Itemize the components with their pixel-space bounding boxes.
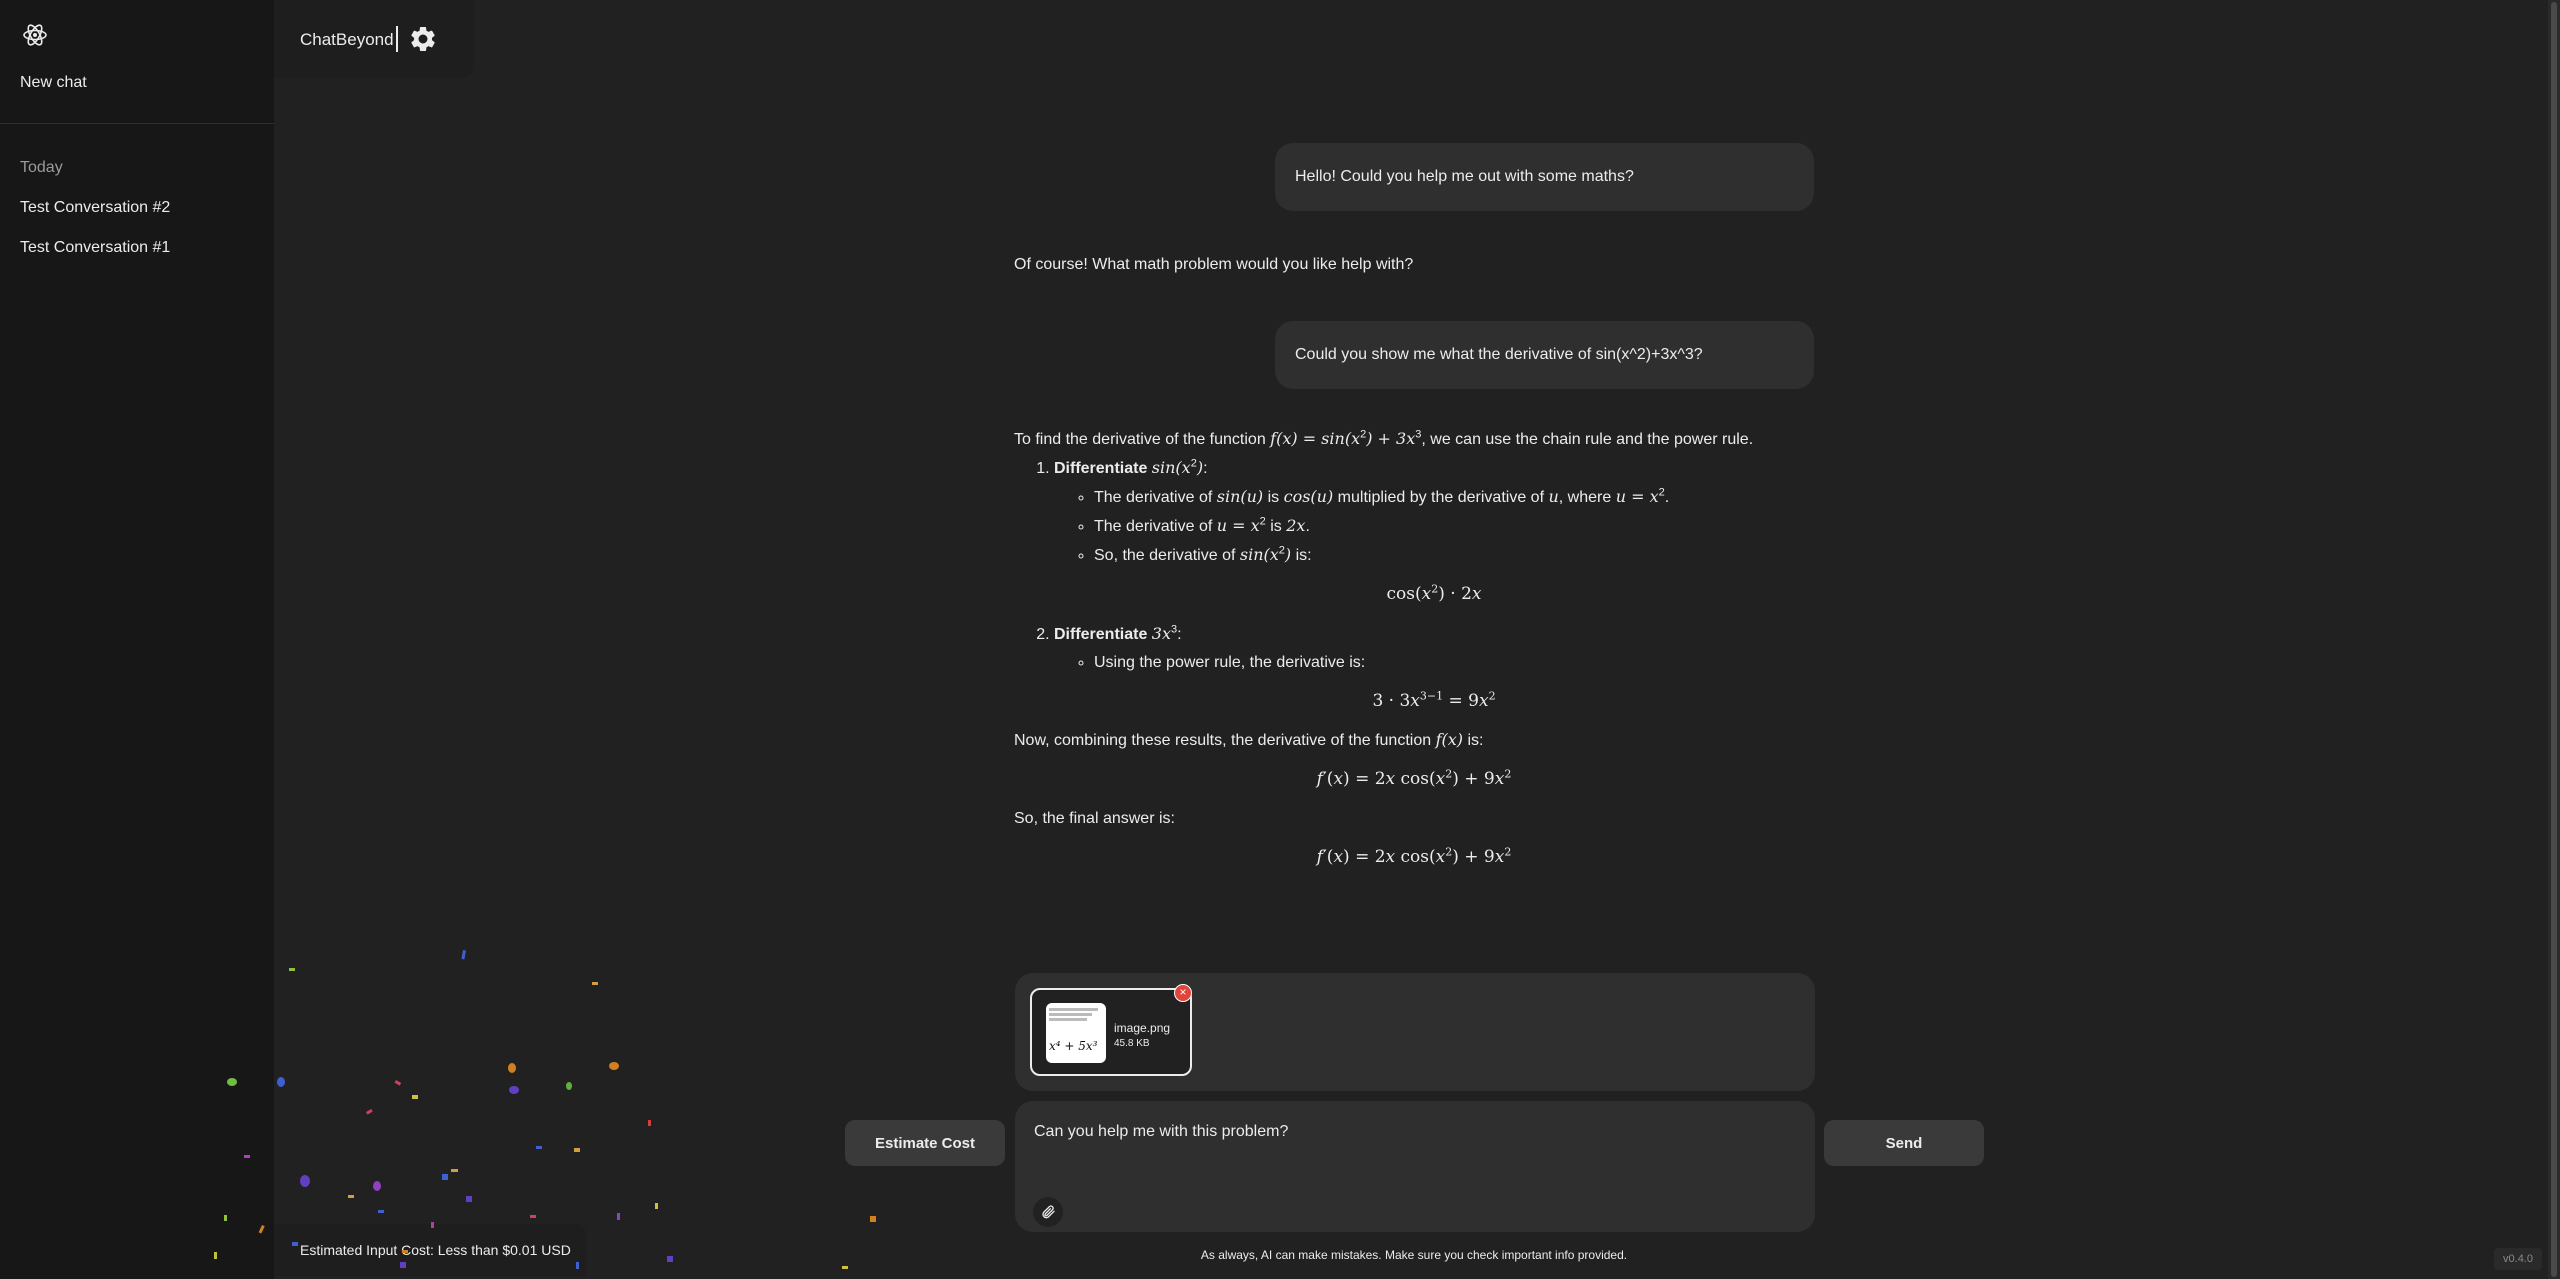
assistant-message: To find the derivative of the function f…	[1014, 427, 1814, 884]
version-badge: v0.4.0	[2494, 1248, 2542, 1270]
message-input-text[interactable]: Can you help me with this problem?	[1034, 1123, 1288, 1141]
user-message-text: Hello! Could you help me out with some m…	[1295, 168, 1634, 185]
user-message-text: Could you show me what the derivative of…	[1295, 346, 1703, 363]
sidebar-divider	[0, 123, 274, 124]
step-bullet: Using the power rule, the derivative is:	[1094, 651, 1814, 675]
steps-list: Differentiate sin(x2): The derivative of…	[1014, 456, 1814, 714]
answer-combine: Now, combining these results, the deriva…	[1014, 730, 1484, 749]
new-chat-button[interactable]: New chat	[20, 74, 87, 92]
scrollbar-thumb[interactable]	[2551, 2, 2557, 1277]
step-bullet: The derivative of sin(u) is cos(u) multi…	[1094, 485, 1814, 510]
display-formula: 3 · 3x3−1 = 9x2	[1372, 688, 1496, 711]
sidebar-item-conversation[interactable]: Test Conversation #2	[20, 199, 170, 217]
gear-icon[interactable]	[408, 24, 438, 54]
title-bar: ChatBeyond	[274, 0, 474, 78]
step-item: Differentiate 3x3: Using the power rule,…	[1054, 622, 1814, 715]
step-bullet: So, the derivative of sin(x2) is:	[1094, 543, 1814, 568]
estimate-cost-button[interactable]: Estimate Cost	[845, 1120, 1005, 1166]
step-item: Differentiate sin(x2): The derivative of…	[1054, 456, 1814, 608]
sidebar-item-conversation[interactable]: Test Conversation #1	[20, 239, 170, 257]
answer-final: So, the final answer is:	[1014, 809, 1175, 827]
assistant-message: Of course! What math problem would you l…	[1014, 256, 1414, 273]
user-message: Hello! Could you help me out with some m…	[1275, 143, 1814, 211]
app-title: ChatBeyond	[300, 30, 394, 49]
disclaimer-text: As always, AI can make mistakes. Make su…	[1200, 1248, 1628, 1262]
send-button[interactable]: Send	[1824, 1120, 1984, 1166]
attachment-filename: image.png	[1114, 1021, 1171, 1035]
attachment-tray: x⁴ + 5x³ image.png 45.8 KB	[1015, 973, 1815, 1091]
step-bullet: The derivative of u = x2 is 2x.	[1094, 514, 1814, 539]
cost-estimate-text: Estimated Input Cost: Less than $0.01 US…	[300, 1242, 571, 1258]
user-message: Could you show me what the derivative of…	[1275, 321, 1814, 389]
atom-icon[interactable]	[22, 22, 48, 48]
display-formula: f′(x) = 2x cos(x2) + 9x2	[1316, 767, 1512, 789]
sidebar: New chat Today Test Conversation #2 Test…	[0, 0, 274, 1279]
section-heading-today: Today	[20, 159, 63, 176]
display-formula: cos(x2) · 2x	[1386, 582, 1482, 604]
title-separator	[396, 26, 398, 52]
attachment-card[interactable]: x⁴ + 5x³ image.png 45.8 KB	[1030, 988, 1192, 1076]
answer-intro: To find the derivative of the function f…	[1014, 428, 1754, 448]
paperclip-icon	[1042, 1205, 1055, 1219]
message-input[interactable]: Can you help me with this problem?	[1015, 1101, 1815, 1232]
attachment-thumbnail: x⁴ + 5x³	[1046, 1003, 1106, 1063]
attachment-size: 45.8 KB	[1114, 1038, 1150, 1049]
remove-attachment-button[interactable]: ×	[1174, 984, 1192, 1002]
display-formula: f′(x) = 2x cos(x2) + 9x2	[1316, 844, 1512, 867]
attach-button[interactable]	[1033, 1197, 1063, 1227]
cost-estimate-panel: Estimated Input Cost: Less than $0.01 US…	[274, 1224, 586, 1276]
